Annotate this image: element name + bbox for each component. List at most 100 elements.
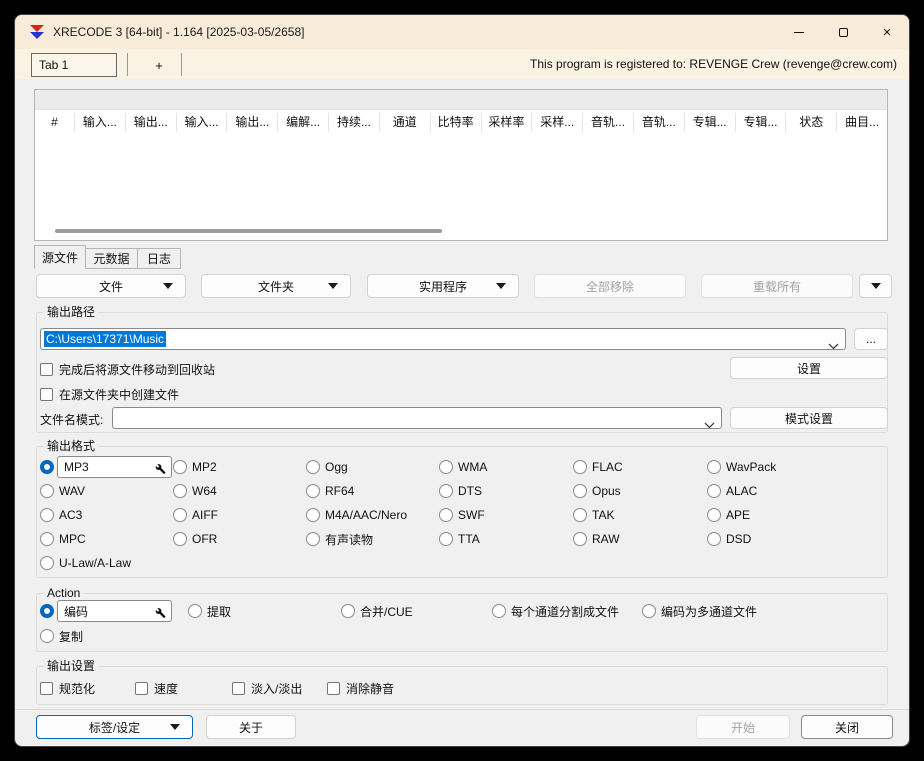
format-option[interactable]: W64 — [173, 479, 306, 503]
format-option[interactable]: APE — [707, 503, 884, 527]
tab-source-files[interactable]: 源文件 — [34, 245, 86, 269]
tags-settings-button[interactable]: 标签/设定 — [36, 715, 193, 739]
column-header[interactable]: 输入... — [75, 113, 126, 132]
tab-separator — [127, 53, 128, 76]
format-option[interactable]: RAW — [573, 527, 707, 551]
column-header[interactable]: 曲目... — [837, 113, 887, 132]
minimize-button[interactable] — [777, 15, 821, 49]
horizontal-scrollbar[interactable] — [55, 229, 442, 233]
format-option[interactable]: DSD — [707, 527, 884, 551]
create-in-source-checkbox[interactable]: 在源文件夹中创建文件 — [40, 386, 179, 403]
column-header[interactable]: 采样率 — [482, 113, 533, 132]
format-option[interactable]: MPC — [40, 527, 173, 551]
chevron-down-icon[interactable] — [704, 416, 715, 434]
format-option[interactable]: FLAC — [573, 455, 707, 479]
utilities-menu-label: 实用程序 — [419, 278, 467, 295]
output-path-combobox[interactable]: C:\Users\17371\Music — [40, 328, 846, 350]
folder-menu-button[interactable]: 文件夹 — [201, 274, 351, 298]
format-option[interactable]: AIFF — [173, 503, 306, 527]
action-option[interactable]: 每个通道分割成文件 — [492, 598, 642, 624]
format-option[interactable]: AC3 — [40, 503, 173, 527]
encode-settings-combobox[interactable]: 编码 — [57, 600, 172, 622]
maximize-icon — [839, 28, 848, 37]
column-header[interactable]: 编解... — [278, 113, 329, 132]
maximize-button[interactable] — [821, 15, 865, 49]
column-header[interactable]: 采样... — [532, 113, 583, 132]
action-option-encode[interactable]: 编码 — [40, 598, 188, 624]
format-option[interactable]: Ogg — [306, 455, 439, 479]
format-option[interactable]: ALAC — [707, 479, 884, 503]
column-header[interactable]: 专辑... — [736, 113, 787, 132]
radio-selected[interactable] — [40, 460, 54, 474]
column-header[interactable]: 输出... — [126, 113, 177, 132]
column-header[interactable]: 持续... — [329, 113, 380, 132]
format-option[interactable]: 有声读物 — [306, 527, 439, 551]
start-button: 开始 — [696, 715, 790, 739]
settings-button[interactable]: 设置 — [730, 357, 888, 379]
format-option[interactable]: SWF — [439, 503, 573, 527]
action-option[interactable]: 合并/CUE — [341, 598, 492, 624]
checkbox-box — [40, 388, 53, 401]
column-header[interactable]: 输出... — [227, 113, 278, 132]
tab-log[interactable]: 日志 — [137, 248, 181, 269]
normalize-checkbox[interactable]: 规范化 — [40, 679, 135, 697]
format-grid: MP3 MP2 Ogg WMA FLAC WavPack WAV W64 RF6… — [40, 455, 884, 575]
filename-pattern-combobox[interactable] — [112, 407, 722, 429]
action-option[interactable]: 提取 — [188, 598, 341, 624]
footer-divider — [15, 709, 909, 710]
format-option[interactable]: WAV — [40, 479, 173, 503]
dropdown-arrow-icon — [871, 283, 881, 289]
column-header[interactable]: 音轨... — [634, 113, 685, 132]
tab-1[interactable]: Tab 1 — [31, 53, 117, 77]
action-option[interactable]: 复制 — [40, 624, 188, 648]
column-header[interactable]: 状态 — [786, 113, 837, 132]
format-option[interactable]: MP2 — [173, 455, 306, 479]
remove-silence-checkbox[interactable]: 消除静音 — [327, 679, 884, 697]
filename-pattern-label: 文件名模式: — [40, 411, 103, 428]
action-grid: 编码 提取 合并/CUE 每个通道分割成文件 编码为多通道文件 复制 — [40, 598, 884, 648]
format-option[interactable]: WMA — [439, 455, 573, 479]
format-option[interactable]: RF64 — [306, 479, 439, 503]
close-app-button[interactable]: 关闭 — [801, 715, 893, 739]
move-to-recycle-checkbox[interactable]: 完成后将源文件移动到回收站 — [40, 361, 215, 378]
add-tab-button[interactable]: + — [137, 53, 181, 77]
fade-checkbox[interactable]: 淡入/淡出 — [232, 679, 327, 697]
mp3-settings-combobox[interactable]: MP3 — [57, 456, 172, 478]
close-button[interactable]: × — [865, 15, 909, 49]
format-option[interactable]: TAK — [573, 503, 707, 527]
browse-button[interactable]: ... — [854, 328, 888, 350]
radio-selected[interactable] — [40, 604, 54, 618]
chevron-down-icon[interactable] — [828, 337, 839, 355]
column-header[interactable]: 专辑... — [685, 113, 736, 132]
column-header[interactable]: 比特率 — [431, 113, 482, 132]
window-title: XRECODE 3 [64-bit] - 1.164 [2025-03-05/2… — [53, 25, 304, 39]
format-option[interactable]: OFR — [173, 527, 306, 551]
wrench-icon[interactable] — [151, 460, 166, 478]
column-header[interactable]: 输入... — [177, 113, 228, 132]
settings-label: 设置 — [797, 360, 821, 377]
file-table[interactable]: # 输入... 输出... 输入... 输出... 编解... 持续... 通道… — [34, 89, 888, 241]
utilities-menu-button[interactable]: 实用程序 — [367, 274, 519, 298]
about-button[interactable]: 关于 — [206, 715, 296, 739]
remove-all-button: 全部移除 — [534, 274, 686, 298]
wrench-icon[interactable] — [151, 604, 166, 622]
column-header[interactable]: 音轨... — [583, 113, 634, 132]
more-options-button[interactable] — [859, 274, 892, 298]
format-option[interactable]: TTA — [439, 527, 573, 551]
speed-checkbox[interactable]: 速度 — [135, 679, 232, 697]
tab-metadata[interactable]: 元数据 — [85, 248, 138, 269]
title-bar: XRECODE 3 [64-bit] - 1.164 [2025-03-05/2… — [15, 15, 909, 49]
format-option-mp3[interactable]: MP3 — [40, 455, 173, 479]
column-header[interactable]: # — [35, 113, 75, 132]
column-header[interactable]: 通道 — [380, 113, 431, 132]
format-option[interactable]: U-Law/A-Law — [40, 551, 173, 575]
format-option[interactable]: M4A/AAC/Nero — [306, 503, 439, 527]
pattern-settings-button[interactable]: 模式设置 — [730, 407, 888, 429]
output-settings-group-label: 输出设置 — [43, 659, 99, 674]
action-option[interactable]: 编码为多通道文件 — [642, 598, 884, 624]
format-option[interactable]: DTS — [439, 479, 573, 503]
output-format-group: 输出格式 MP3 MP2 Ogg WMA FLAC WavPack WAV W6… — [36, 446, 888, 578]
format-option[interactable]: Opus — [573, 479, 707, 503]
format-option[interactable]: WavPack — [707, 455, 884, 479]
file-menu-button[interactable]: 文件 — [36, 274, 186, 298]
